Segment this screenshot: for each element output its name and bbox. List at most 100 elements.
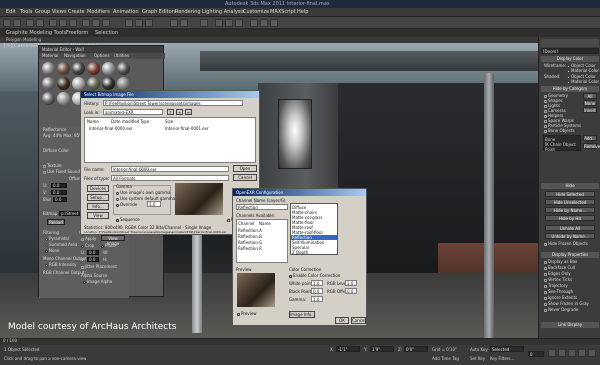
ribbon-polygon-modeling[interactable]: Polygon Modeling	[6, 37, 41, 42]
image-alpha-radio[interactable]: Image Alpha	[83, 279, 112, 284]
schematic-icon[interactable]	[225, 19, 233, 27]
tab-selection[interactable]: Selection	[95, 30, 118, 36]
cancel-button[interactable]: Cancel	[351, 317, 366, 324]
col-date-modified[interactable]: Date modified	[111, 119, 139, 124]
hide-frozen-checkbox[interactable]: Hide Frozen Objects	[544, 241, 588, 246]
gamma-override-field[interactable]: 1.0	[147, 201, 161, 207]
angle-snap-icon[interactable]	[135, 19, 143, 27]
channel-dropdown-list[interactable]: Diffuse Matte-chairs Matte-col-glass Mat…	[290, 203, 338, 255]
view-image-button[interactable]: View Image	[101, 235, 125, 246]
menu-lighting-analysis[interactable]: Lighting Analysis	[202, 9, 244, 15]
render-icon[interactable]	[270, 19, 278, 27]
command-panel-tabs[interactable]	[541, 39, 599, 47]
texture-radio[interactable]: Texture	[43, 163, 62, 168]
snap-icon[interactable]	[125, 19, 133, 27]
undo-icon[interactable]	[3, 19, 11, 27]
rotate-icon[interactable]	[92, 19, 100, 27]
prop-never-degrade[interactable]: Never Degrade	[544, 307, 578, 312]
prop-ignore-extents[interactable]: Ignore Extents	[544, 295, 577, 300]
render-frame-icon[interactable]	[260, 19, 268, 27]
menu-tools[interactable]: Tools	[20, 9, 32, 15]
menu-edit[interactable]: Edit	[6, 9, 16, 15]
key-mode-dropdown[interactable]: Selected	[490, 346, 524, 352]
material-slot[interactable]	[57, 92, 70, 105]
tab-freeform[interactable]: Freeform	[66, 30, 88, 36]
material-slot[interactable]	[72, 77, 85, 90]
gamma-system-radio[interactable]: Use system default gamma	[116, 196, 175, 201]
unlink-icon[interactable]	[36, 19, 44, 27]
u-offset-field[interactable]: 0.0	[51, 183, 67, 188]
render-setup-icon[interactable]	[250, 19, 258, 27]
add-button[interactable]: Add...	[583, 135, 597, 141]
x-coord-field[interactable]: -1'1"	[336, 346, 360, 352]
region-select-icon[interactable]	[69, 19, 77, 27]
orbit-icon[interactable]	[578, 349, 586, 357]
material-slot[interactable]	[117, 77, 130, 90]
frame-field[interactable]: 0	[528, 351, 544, 357]
play-icon[interactable]	[548, 349, 556, 357]
prop-edges-only[interactable]: Edges Only	[544, 271, 571, 276]
filename-field[interactable]: Interior-final-0000.exr	[111, 166, 229, 172]
rgb-intensity-radio[interactable]: RGB Intensity	[45, 262, 76, 267]
v-offset-field[interactable]: 0.0	[51, 190, 67, 195]
menu-utilities[interactable]: Utilities	[114, 53, 129, 58]
curve-editor-icon[interactable]	[215, 19, 223, 27]
menu-group[interactable]: Group	[35, 9, 50, 15]
setup-button[interactable]: Setup...	[87, 194, 109, 201]
timeline-slider[interactable]	[0, 338, 600, 345]
prop-display-as-box[interactable]: Display as Box	[544, 259, 577, 264]
menu-create[interactable]: Create	[68, 9, 85, 15]
gamma-field[interactable]: 1.0	[311, 296, 323, 302]
sequence-checkbox[interactable]: Sequence	[116, 217, 140, 222]
mirror-icon[interactable]	[170, 19, 178, 27]
hide-selected-button[interactable]: Hide Selected	[545, 191, 595, 197]
align-icon[interactable]	[180, 19, 188, 27]
set-key-button[interactable]: Set Key	[470, 356, 485, 361]
channel-dropdown[interactable]: Reflection	[236, 204, 288, 210]
jitter-checkbox[interactable]: Jitter Placement	[81, 264, 117, 269]
link-icon[interactable]	[26, 19, 34, 27]
hide-by-category-rollout[interactable]: Hide by Category	[541, 86, 599, 92]
menu-customize[interactable]: Customize	[243, 9, 269, 15]
link-display-rollout[interactable]: Link Display	[541, 322, 599, 328]
hide-by-hit-button[interactable]: Hide by Hit	[545, 215, 595, 221]
none-button[interactable]: None	[583, 100, 597, 106]
info-button[interactable]: Info...	[87, 203, 109, 210]
place-radio[interactable]: Place	[101, 243, 116, 248]
material-slot[interactable]	[87, 62, 100, 75]
channels-table[interactable]: Channel Name Reflection.A Reflection.B R…	[236, 219, 288, 263]
channel-option[interactable]: Z Depth	[292, 250, 308, 255]
list-item[interactable]: Point	[545, 147, 579, 152]
menu-animation[interactable]: Animation	[113, 9, 139, 15]
u-crop-field[interactable]: 0.0	[87, 250, 99, 255]
material-slot[interactable]	[42, 62, 55, 75]
hide-by-name-button[interactable]: Hide by Name...	[545, 207, 595, 213]
new-folder-icon[interactable]: +	[176, 109, 183, 115]
prop-see-through[interactable]: See-Through	[544, 289, 573, 294]
enable-cc-checkbox[interactable]: Enable Color Correction	[289, 273, 340, 278]
rgb-level-field[interactable]: 1.0	[345, 280, 357, 286]
auto-key-button[interactable]: Auto Key	[470, 347, 488, 352]
v-crop-field[interactable]: 0.0	[87, 257, 99, 262]
menu-maxscript[interactable]: MAXScript	[270, 9, 296, 15]
tab-graphite[interactable]: Graphite Modeling Tools	[6, 30, 66, 36]
material-slot[interactable]	[87, 77, 100, 90]
material-editor-icon[interactable]	[235, 19, 243, 27]
file-item[interactable]: Interior-final-0001.exr	[165, 126, 209, 131]
menu-navigation[interactable]: Navigation	[64, 53, 86, 58]
y-coord-field[interactable]: 1'9"	[370, 346, 394, 352]
cancel-button[interactable]: Cancel	[233, 174, 257, 181]
object-name-field[interactable]: [Doors]	[541, 48, 599, 54]
unhide-all-button[interactable]: Unhide All	[545, 225, 595, 231]
col-name[interactable]: Name	[87, 119, 99, 124]
redo-icon[interactable]	[13, 19, 21, 27]
view-button[interactable]: View	[87, 212, 109, 219]
menu-material[interactable]: Material	[42, 53, 58, 58]
table-row[interactable]: Reflection.G	[238, 240, 262, 245]
filter-pyramidal[interactable]: Pyramidal	[45, 236, 69, 241]
black-point-field[interactable]: 0.0	[311, 288, 323, 294]
file-item[interactable]: Interior-final-0000.exr	[89, 126, 133, 131]
col-channel[interactable]: Channel	[238, 221, 254, 226]
blur-field[interactable]: 0.0	[53, 197, 67, 202]
filter-none[interactable]: None	[45, 248, 59, 253]
